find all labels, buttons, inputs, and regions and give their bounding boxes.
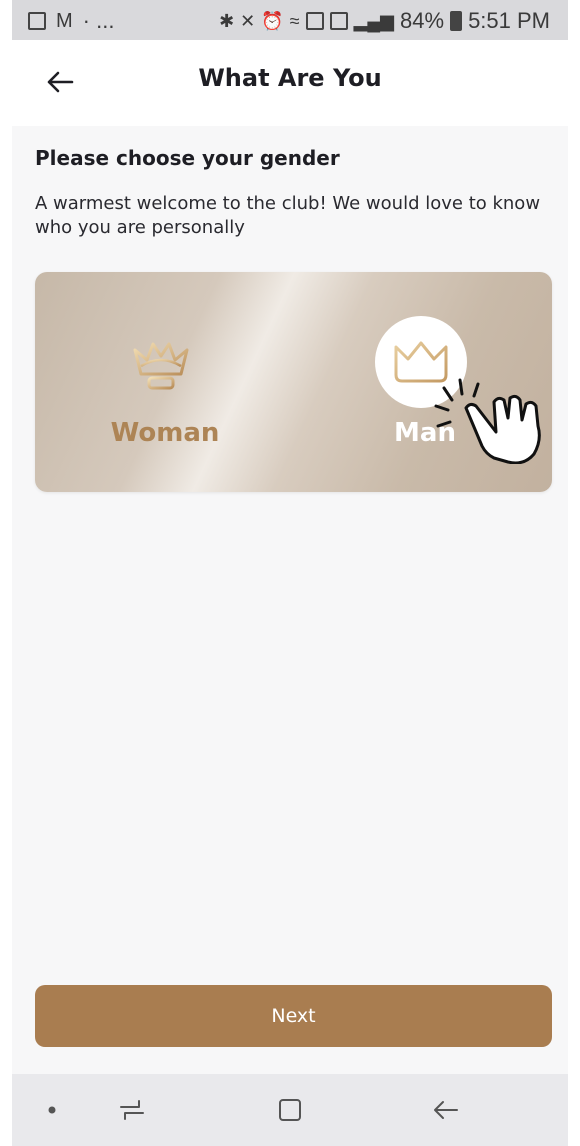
man-label: Man <box>394 418 456 448</box>
wifi-icon: ≈ <box>289 10 300 31</box>
status-dots: · ... <box>82 8 115 33</box>
battery-icon <box>450 11 463 31</box>
status-right: ✱ ✕ ⏰ ≈ ▂▄▆ 84% 5:51 PM <box>219 8 550 34</box>
status-left: M · ... <box>28 8 114 34</box>
gallery-icon <box>28 12 46 30</box>
bluetooth-icon: ✱ <box>219 10 235 31</box>
gender-selector-card: Woman Man <box>35 272 552 492</box>
home-icon <box>279 1099 301 1121</box>
data-icon <box>329 12 348 30</box>
status-time: 5:51 PM <box>468 8 550 33</box>
gender-option-man[interactable]: Man <box>365 312 485 462</box>
king-crown-icon <box>394 341 448 383</box>
gender-option-woman[interactable]: Woman <box>105 312 225 462</box>
dot-icon <box>48 1106 56 1114</box>
alarm-icon: ⏰ <box>261 10 284 31</box>
man-crown-wrap-selected <box>375 316 467 408</box>
woman-label: Woman <box>110 418 220 448</box>
signal-icon: ▂▄▆ <box>353 10 395 31</box>
back-icon <box>434 1101 458 1119</box>
gmail-icon: M <box>56 9 73 32</box>
woman-crown-wrap <box>115 316 207 408</box>
phone-screen: M · ... ✱ ✕ ⏰ ≈ ▂▄▆ 84% 5:51 PM What Are… <box>12 0 568 1146</box>
queen-crown-icon <box>133 342 189 390</box>
cast-icon <box>305 12 324 30</box>
header: What Are You <box>12 40 568 126</box>
nav-back-button[interactable] <box>426 1092 466 1128</box>
mute-icon: ✕ <box>240 10 256 31</box>
section-description: A warmest welcome to the club! We would … <box>35 193 541 238</box>
status-bar: M · ... ✱ ✕ ⏰ ≈ ▂▄▆ 84% 5:51 PM <box>12 0 568 40</box>
nav-home-button[interactable] <box>270 1092 310 1128</box>
section-heading: Please choose your gender <box>35 146 340 170</box>
system-nav-bar <box>12 1074 568 1146</box>
nav-recent-apps-button[interactable] <box>112 1092 152 1128</box>
battery-percent: 84% <box>400 8 445 33</box>
nav-dot-button[interactable] <box>32 1092 72 1128</box>
next-button[interactable]: Next <box>35 985 552 1047</box>
page-title: What Are You <box>198 64 382 92</box>
recent-apps-icon <box>120 1100 144 1120</box>
